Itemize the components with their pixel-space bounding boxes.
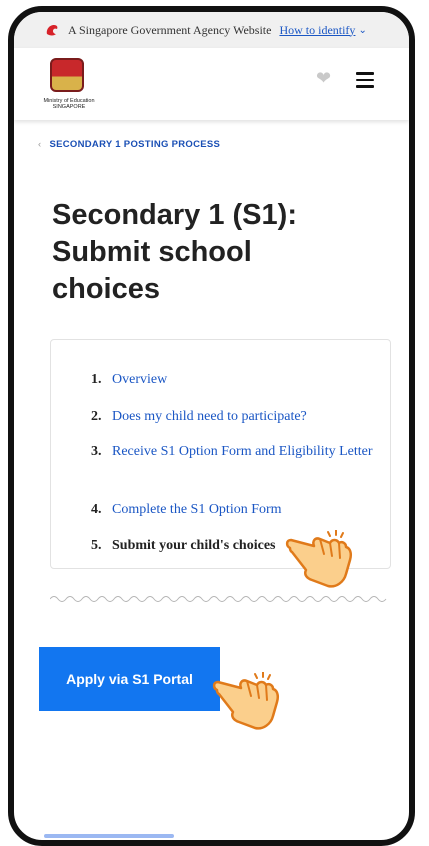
- toc-item-number: 5.: [91, 538, 102, 553]
- gov-banner: A Singapore Government Agency Website Ho…: [14, 12, 409, 48]
- how-to-identify-link[interactable]: How to identify: [279, 23, 355, 38]
- toc-item-number: 1.: [91, 372, 102, 387]
- gov-banner-text: A Singapore Government Agency Website: [68, 22, 272, 37]
- moe-logo-country: SINGAPORE: [52, 104, 86, 110]
- hamburger-menu-icon[interactable]: [356, 72, 374, 92]
- pointing-hand-icon: [212, 672, 280, 730]
- apply-s1-portal-button[interactable]: Apply via S1 Portal: [39, 647, 220, 711]
- toc-item-link[interactable]: Complete the S1 Option Form: [112, 500, 382, 520]
- toc-item-link[interactable]: Receive S1 Option Form and Eligibility L…: [112, 442, 382, 462]
- lion-head-icon: [46, 25, 58, 36]
- toc-item-number: 2.: [91, 409, 102, 424]
- bottom-scroll-indicator: [44, 834, 174, 838]
- breadcrumb[interactable]: ‹ SECONDARY 1 POSTING PROCESS: [38, 139, 220, 150]
- page-title: Secondary 1 (S1): Submit school choices: [52, 199, 297, 305]
- moe-logo-text: Ministry of Education SINGAPORE: [34, 98, 104, 110]
- wavy-divider: [50, 596, 387, 602]
- chevron-down-icon[interactable]: ⌄: [358, 25, 366, 36]
- toc-item-link[interactable]: Overview: [112, 370, 382, 390]
- toc-item-link[interactable]: Does my child need to participate?: [112, 407, 382, 427]
- phone-frame: A Singapore Government Agency Website Ho…: [8, 6, 415, 846]
- breadcrumb-label[interactable]: SECONDARY 1 POSTING PROCESS: [49, 139, 220, 150]
- site-header: Ministry of Education SINGAPORE ❤: [14, 48, 409, 120]
- toc-item-number: 3.: [91, 444, 102, 459]
- toc-item-number: 4.: [91, 502, 102, 517]
- heart-icon[interactable]: ❤: [316, 68, 331, 88]
- pointing-hand-icon: [285, 530, 353, 588]
- moe-crest-logo[interactable]: [50, 58, 84, 92]
- chevron-left-icon: ‹: [38, 139, 42, 150]
